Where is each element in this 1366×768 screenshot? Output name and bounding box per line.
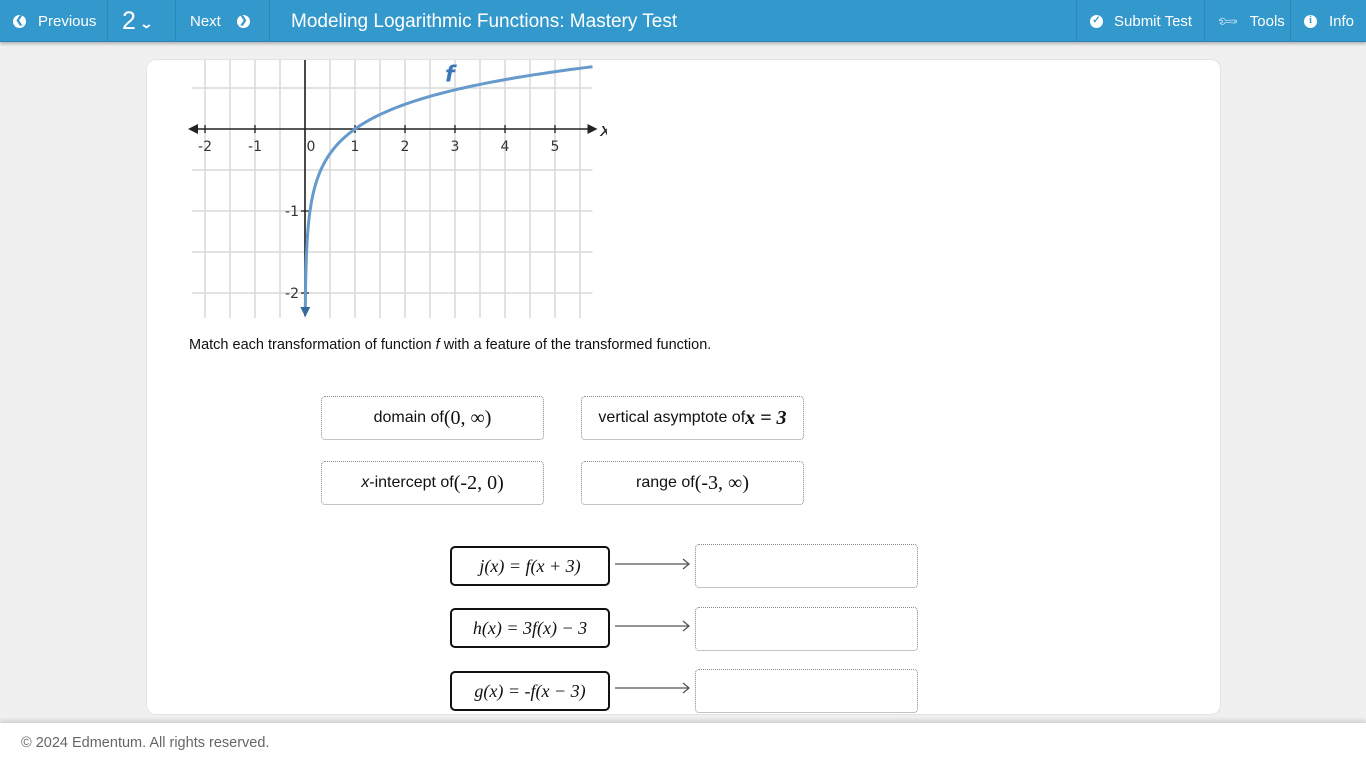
x-axis-label: x bbox=[599, 120, 607, 141]
top-navigation-bar: ❮ Previous 2 ⌄ Next ❯ Modeling Logarithm… bbox=[0, 0, 1366, 42]
x-tick-label: 3 bbox=[451, 139, 460, 155]
question-number: 2 bbox=[122, 6, 136, 35]
info-label: Info bbox=[1329, 12, 1355, 30]
submit-label: Submit Test bbox=[1114, 12, 1193, 30]
wrench-icon: 🔧︎ bbox=[1215, 8, 1240, 33]
tile-math: (0, ∞) bbox=[443, 406, 492, 429]
arrow-right-icon bbox=[615, 558, 691, 570]
next-button[interactable]: Next ❯ bbox=[176, 0, 270, 42]
answer-tile-domain[interactable]: domain of (0, ∞) bbox=[321, 396, 544, 440]
answer-tile-vertical-asymptote[interactable]: vertical asymptote of x = 3 bbox=[581, 396, 804, 440]
x-axis-left-arrow bbox=[188, 124, 198, 134]
circle-check-icon: ✓ bbox=[1090, 14, 1103, 28]
x-tick-label: 0 bbox=[307, 139, 316, 155]
question-card: -2-1012345-1-2xf Match each transformati… bbox=[146, 59, 1221, 715]
transformation-j: j(x) = f(x + 3) bbox=[450, 546, 610, 586]
curve-down-arrow bbox=[300, 307, 311, 317]
tile-text: -intercept of bbox=[369, 474, 454, 491]
question-prompt: Match each transformation of function f … bbox=[189, 337, 711, 353]
transformation-g: g(x) = -f(x − 3) bbox=[450, 671, 610, 711]
previous-label: Previous bbox=[38, 12, 97, 30]
footer: © 2024 Edmentum. All rights reserved. bbox=[0, 723, 1366, 768]
chevron-down-icon: ⌄ bbox=[139, 16, 154, 31]
transformation-h: h(x) = 3f(x) − 3 bbox=[450, 608, 610, 648]
tile-math: x = 3 bbox=[745, 406, 787, 429]
circle-arrow-left-icon: ❮ bbox=[13, 14, 26, 28]
arrow-right-icon bbox=[615, 620, 691, 632]
tile-text: vertical asymptote of bbox=[598, 409, 746, 426]
tools-button[interactable]: 🔧︎ Tools bbox=[1204, 0, 1290, 42]
answer-tile-range[interactable]: range of (-3, ∞) bbox=[581, 461, 804, 505]
x-tick-label: -1 bbox=[248, 139, 262, 155]
x-tick-label: -2 bbox=[198, 139, 212, 155]
answer-tile-x-intercept[interactable]: x -intercept of (-2, 0) bbox=[321, 461, 544, 505]
x-tick-label: 4 bbox=[501, 139, 510, 155]
tile-text: domain of bbox=[373, 409, 444, 426]
function-curve-f bbox=[303, 65, 593, 313]
y-tick-label: -1 bbox=[285, 204, 299, 220]
circle-arrow-right-icon: ❯ bbox=[236, 14, 250, 28]
x-axis-right-arrow bbox=[587, 124, 598, 134]
y-tick-label: -2 bbox=[285, 286, 299, 302]
copyright-text: © 2024 Edmentum. All rights reserved. bbox=[21, 735, 270, 751]
x-tick-label: 5 bbox=[551, 139, 560, 155]
drop-target-g[interactable] bbox=[695, 669, 918, 713]
arrow-right-icon bbox=[615, 682, 691, 694]
next-label: Next bbox=[190, 12, 221, 30]
question-number-dropdown[interactable]: 2 ⌄ bbox=[108, 0, 176, 42]
tools-label: Tools bbox=[1249, 12, 1285, 30]
circle-info-icon: i bbox=[1304, 14, 1317, 28]
prompt-text-after: with a feature of the transformed functi… bbox=[439, 337, 712, 353]
x-tick-label: 1 bbox=[351, 139, 360, 155]
tile-text: range of bbox=[636, 474, 695, 491]
drop-target-j[interactable] bbox=[695, 544, 918, 588]
tile-italic-prefix: x bbox=[361, 474, 370, 491]
submit-test-button[interactable]: ✓ Submit Test bbox=[1076, 0, 1204, 42]
previous-button[interactable]: ❮ Previous bbox=[0, 0, 108, 42]
tile-math: (-2, 0) bbox=[453, 471, 504, 494]
drop-target-h[interactable] bbox=[695, 607, 918, 651]
function-graph: -2-1012345-1-2xf bbox=[188, 60, 607, 318]
info-button[interactable]: i Info bbox=[1290, 0, 1366, 42]
x-tick-label: 2 bbox=[401, 139, 410, 155]
page-title: Modeling Logarithmic Functions: Mastery … bbox=[291, 11, 678, 32]
tile-math: (-3, ∞) bbox=[694, 471, 749, 494]
prompt-text-before: Match each transformation of function bbox=[189, 337, 436, 353]
